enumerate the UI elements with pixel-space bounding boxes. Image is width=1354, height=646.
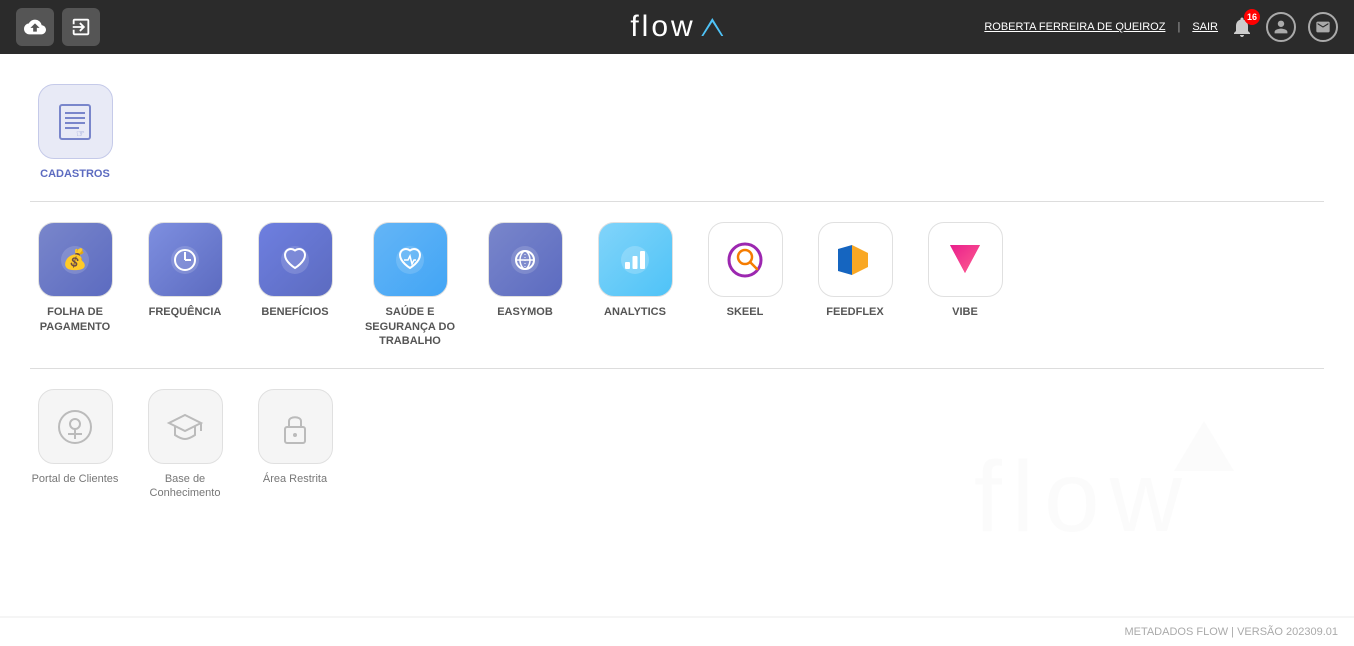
app-item-folha[interactable]: 💰 FOLHA DE PAGAMENTO bbox=[30, 222, 120, 348]
app-item-skeel[interactable]: SKEEL bbox=[700, 222, 790, 348]
portal-svg-icon bbox=[53, 405, 97, 449]
app-icon-easymob bbox=[488, 222, 563, 297]
app-icon-cadastros: ☞ bbox=[38, 84, 113, 159]
footer-text: METADADOS FLOW | VERSÃO 202309.01 bbox=[1124, 626, 1338, 638]
app-grid-cadastros: ☞ CADASTROS bbox=[30, 74, 1324, 191]
app-label-portal: Portal de Clientes bbox=[32, 472, 119, 486]
divider-2 bbox=[30, 368, 1324, 369]
app-icon-portal bbox=[38, 389, 113, 464]
app-item-cadastros[interactable]: ☞ CADASTROS bbox=[30, 84, 120, 181]
header-separator: | bbox=[1177, 21, 1180, 33]
app-label-base: Base de Conhecimento bbox=[140, 472, 230, 501]
app-item-frequencia[interactable]: FREQUÊNCIA bbox=[140, 222, 230, 348]
logo-text: flow bbox=[630, 10, 695, 44]
app-icon-feedflex bbox=[818, 222, 893, 297]
app-item-saude[interactable]: SAÚDE E SEGURANÇA DO TRABALHO bbox=[360, 222, 460, 348]
sair-link[interactable]: SAIR bbox=[1192, 21, 1218, 33]
frequencia-svg-icon bbox=[163, 238, 207, 282]
app-label-saude: SAÚDE E SEGURANÇA DO TRABALHO bbox=[360, 305, 460, 348]
saude-svg-icon bbox=[388, 238, 432, 282]
app-label-beneficios: BENEFÍCIOS bbox=[261, 305, 328, 319]
divider-1 bbox=[30, 201, 1324, 202]
app-label-cadastros: CADASTROS bbox=[40, 167, 110, 181]
restrita-svg-icon bbox=[273, 405, 317, 449]
logo-arrow-icon bbox=[702, 18, 724, 36]
svg-text:💰: 💰 bbox=[63, 247, 88, 271]
app-label-restrita: Área Restrita bbox=[263, 472, 327, 486]
easymob-svg-icon bbox=[503, 238, 547, 282]
user-name[interactable]: ROBERTA FERREIRA DE QUEIROZ bbox=[984, 21, 1165, 33]
cloud-upload-button[interactable] bbox=[16, 8, 54, 46]
vibe-svg-icon bbox=[940, 235, 990, 285]
footer: METADADOS FLOW | VERSÃO 202309.01 bbox=[0, 618, 1354, 646]
cadastros-svg-icon: ☞ bbox=[54, 101, 96, 143]
app-icon-vibe bbox=[928, 222, 1003, 297]
app-icon-saude bbox=[373, 222, 448, 297]
app-label-folha: FOLHA DE PAGAMENTO bbox=[30, 305, 120, 334]
app-label-analytics: ANALYTICS bbox=[604, 305, 666, 319]
message-button[interactable] bbox=[1308, 12, 1338, 42]
app-icon-beneficios bbox=[258, 222, 333, 297]
envelope-icon bbox=[1315, 19, 1331, 35]
app-icon-skeel bbox=[708, 222, 783, 297]
notification-count: 16 bbox=[1244, 9, 1260, 25]
app-icon-folha: 💰 bbox=[38, 222, 113, 297]
app-item-beneficios[interactable]: BENEFÍCIOS bbox=[250, 222, 340, 348]
header-left bbox=[16, 8, 100, 46]
svg-text:☞: ☞ bbox=[76, 129, 85, 140]
beneficios-svg-icon bbox=[273, 238, 317, 282]
header-right: ROBERTA FERREIRA DE QUEIROZ | SAIR 16 bbox=[984, 12, 1338, 42]
app-label-easymob: EASYMOB bbox=[497, 305, 553, 319]
app-item-base[interactable]: Base de Conhecimento bbox=[140, 389, 230, 501]
section-main-apps: 💰 FOLHA DE PAGAMENTO FREQUÊNCIA bbox=[30, 212, 1324, 358]
app-icon-base bbox=[148, 389, 223, 464]
user-avatar-button[interactable] bbox=[1266, 12, 1296, 42]
app-item-restrita[interactable]: Área Restrita bbox=[250, 389, 340, 501]
app-item-feedflex[interactable]: FEEDFLEX bbox=[810, 222, 900, 348]
watermark-logo: flow bbox=[954, 411, 1354, 611]
app-item-vibe[interactable]: VIBE bbox=[920, 222, 1010, 348]
header: flow ROBERTA FERREIRA DE QUEIROZ | SAIR … bbox=[0, 0, 1354, 54]
notification-bell[interactable]: 16 bbox=[1230, 15, 1254, 39]
app-item-analytics[interactable]: ANALYTICS bbox=[590, 222, 680, 348]
app-item-easymob[interactable]: EASYMOB bbox=[480, 222, 570, 348]
section-cadastros: ☞ CADASTROS bbox=[30, 74, 1324, 191]
app-label-vibe: VIBE bbox=[952, 305, 978, 319]
folha-svg-icon: 💰 bbox=[53, 238, 97, 282]
watermark: flow bbox=[954, 411, 1354, 616]
app-icon-restrita bbox=[258, 389, 333, 464]
app-icon-frequencia bbox=[148, 222, 223, 297]
app-label-feedflex: FEEDFLEX bbox=[826, 305, 883, 319]
header-logo: flow bbox=[630, 10, 723, 44]
app-grid-main: 💰 FOLHA DE PAGAMENTO FREQUÊNCIA bbox=[30, 212, 1324, 358]
svg-text:flow: flow bbox=[974, 441, 1192, 553]
app-item-portal[interactable]: Portal de Clientes bbox=[30, 389, 120, 501]
app-label-frequencia: FREQUÊNCIA bbox=[149, 305, 222, 319]
base-svg-icon bbox=[163, 405, 207, 449]
analytics-svg-icon bbox=[613, 238, 657, 282]
feedflex-svg-icon bbox=[830, 235, 880, 285]
exit-button[interactable] bbox=[62, 8, 100, 46]
app-label-skeel: SKEEL bbox=[727, 305, 764, 319]
skeel-svg-icon bbox=[720, 235, 770, 285]
app-icon-analytics bbox=[598, 222, 673, 297]
person-icon bbox=[1273, 19, 1289, 35]
